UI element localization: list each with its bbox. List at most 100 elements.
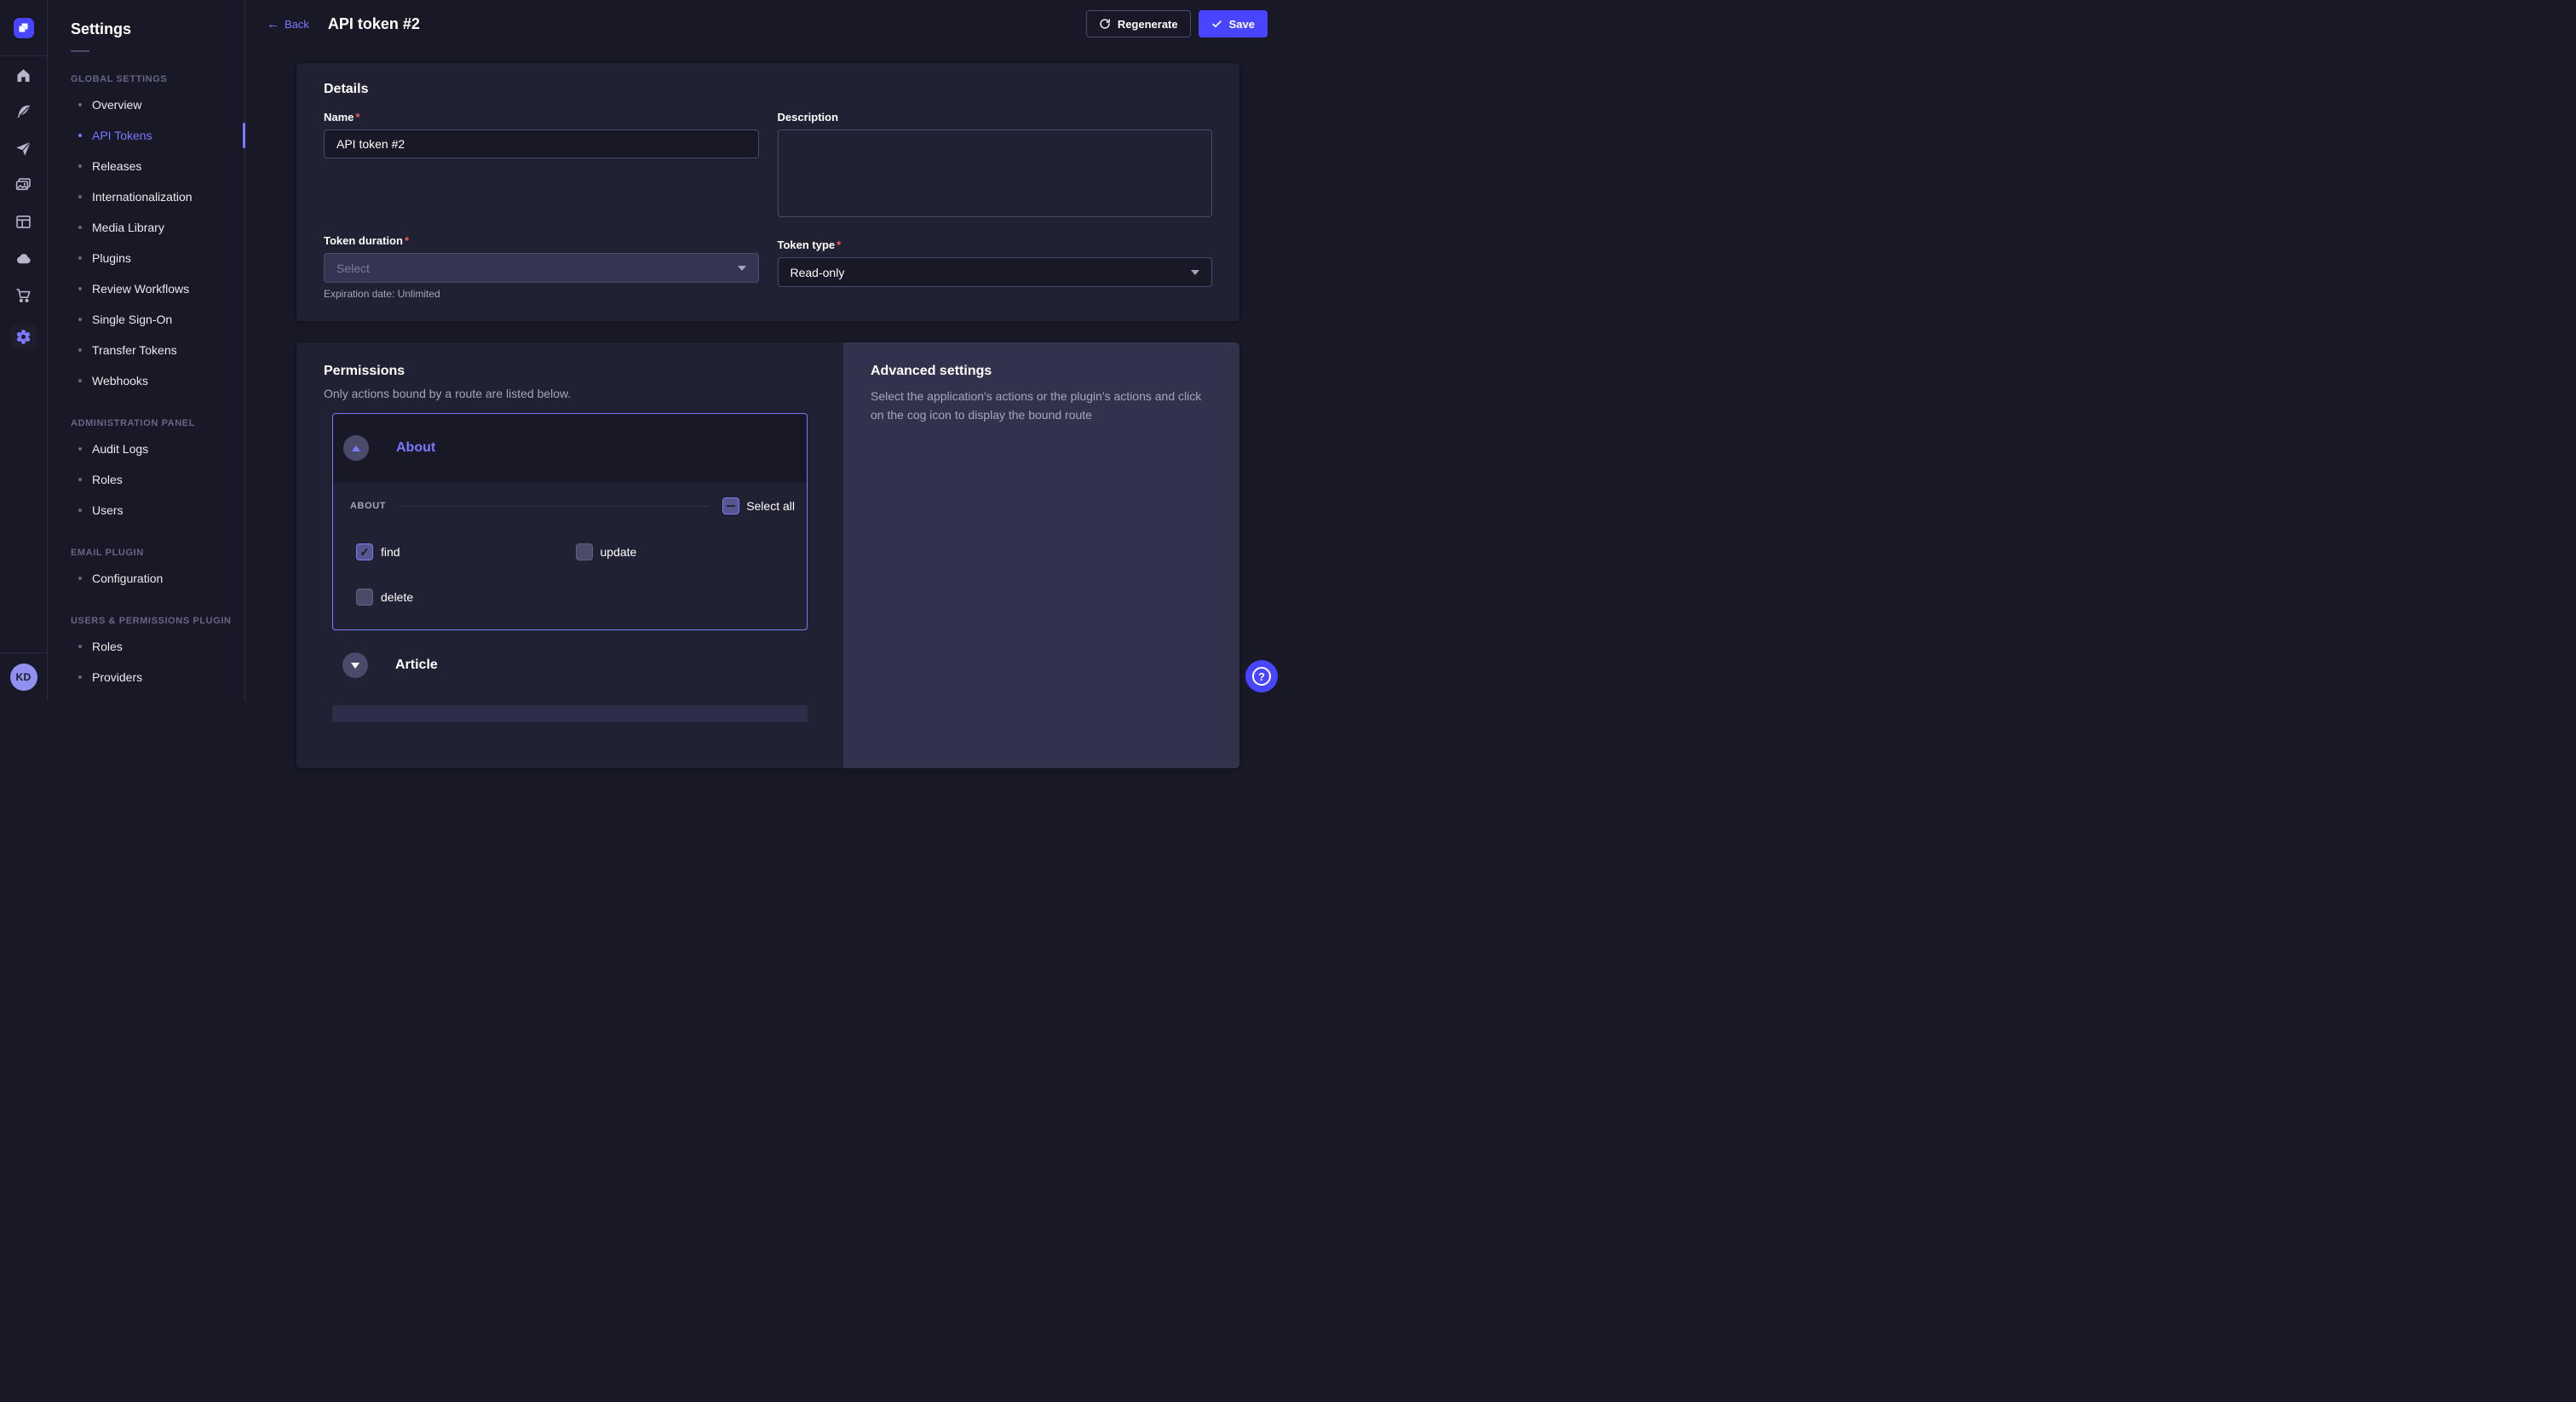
users-permissions-list: Roles Providers (71, 631, 244, 692)
email-plugin-list: Configuration (71, 563, 244, 594)
sidebar-item-up-roles[interactable]: Roles (71, 631, 244, 662)
back-arrow-icon: ← (267, 18, 279, 31)
sidebar-item-audit-logs[interactable]: Audit Logs (71, 434, 244, 464)
action-find: ✓ find (356, 540, 576, 564)
sidebar-item-releases[interactable]: Releases (71, 151, 244, 181)
sidebar-item-media-library[interactable]: Media Library (71, 212, 244, 243)
expiration-hint: Expiration date: Unlimited (324, 288, 759, 300)
app-window: KD Settings GLOBAL SETTINGS Overview API… (0, 0, 1288, 701)
chevron-down-icon (1191, 270, 1199, 275)
paper-plane-icon[interactable] (11, 135, 37, 161)
bullet-icon (78, 675, 82, 679)
avatar[interactable]: KD (10, 664, 37, 691)
delete-checkbox[interactable] (356, 589, 373, 606)
name-label: Name* (324, 111, 759, 124)
sidebar-item-plugins[interactable]: Plugins (71, 243, 244, 273)
sidebar-item-up-providers[interactable]: Providers (71, 662, 244, 692)
section-label-users-permissions-plugin: USERS & PERMISSIONS PLUGIN (71, 616, 244, 626)
token-duration-select[interactable]: Select (324, 253, 759, 283)
next-accordion-edge[interactable] (332, 705, 808, 722)
chevron-down-icon (738, 266, 746, 271)
main-content: ← Back API token #2 Regenerate Save Deta… (245, 0, 1288, 701)
sidebar-item-admin-users[interactable]: Users (71, 495, 244, 526)
rail-icon-list (0, 56, 47, 360)
bullet-icon (78, 134, 82, 137)
section-label-global-settings: GLOBAL SETTINGS (71, 74, 244, 84)
article-accordion-header[interactable]: Article (332, 644, 808, 687)
feather-icon[interactable] (11, 99, 37, 124)
check-icon (1211, 19, 1222, 30)
about-accordion-title: About (396, 440, 435, 456)
bullet-icon (78, 164, 82, 168)
title-rule (71, 50, 89, 52)
advanced-settings-description: Select the application's actions or the … (871, 388, 1212, 424)
divider (400, 506, 709, 507)
cloud-icon[interactable] (11, 245, 37, 271)
sidebar-item-overview[interactable]: Overview (71, 89, 244, 120)
article-accordion-title: Article (395, 658, 438, 673)
bullet-icon (78, 256, 82, 260)
description-label: Description (778, 111, 1213, 124)
about-accordion-body: ABOUT Select all ✓ find (333, 482, 807, 629)
about-accordion-header[interactable]: About (333, 414, 807, 482)
sidebar-item-email-configuration[interactable]: Configuration (71, 563, 244, 594)
sidebar-item-review-workflows[interactable]: Review Workflows (71, 273, 244, 304)
section-label-email-plugin: EMAIL PLUGIN (71, 548, 244, 558)
expand-toggle-button[interactable] (342, 652, 368, 678)
strapi-logo[interactable] (14, 18, 34, 38)
layout-icon[interactable] (11, 209, 37, 234)
find-checkbox[interactable]: ✓ (356, 543, 373, 560)
subnav-title: Settings (71, 20, 244, 38)
sidebar-item-internationalization[interactable]: Internationalization (71, 181, 244, 212)
regenerate-button[interactable]: Regenerate (1086, 10, 1191, 37)
details-left-column: Name* Token duration* Select Expiration … (324, 111, 759, 300)
permissions-card: Permissions Only actions bound by a rout… (296, 342, 1239, 768)
help-button[interactable]: ? (1245, 660, 1278, 692)
administration-panel-list: Audit Logs Roles Users (71, 434, 244, 526)
bullet-icon (78, 447, 82, 451)
strapi-logo-glyph (17, 21, 30, 34)
refresh-icon (1099, 18, 1111, 30)
advanced-settings-panel: Advanced settings Select the application… (843, 342, 1239, 768)
token-duration-label: Token duration* (324, 234, 759, 248)
home-icon[interactable] (11, 62, 37, 88)
cart-icon[interactable] (11, 282, 37, 307)
bullet-icon (78, 103, 82, 106)
sidebar-item-api-tokens[interactable]: API Tokens (71, 120, 244, 151)
save-button[interactable]: Save (1199, 10, 1268, 37)
question-mark-icon: ? (1252, 667, 1271, 686)
name-field[interactable] (324, 129, 759, 158)
back-button[interactable]: ← Back (267, 18, 309, 31)
bullet-icon (78, 577, 82, 580)
collapse-toggle-button[interactable] (343, 435, 369, 461)
about-select-all-row: ABOUT Select all (350, 494, 795, 518)
bullet-icon (78, 195, 82, 198)
select-all-checkbox[interactable] (722, 497, 739, 514)
main-nav-rail: KD (0, 0, 48, 701)
token-type-select[interactable]: Read-only (778, 257, 1213, 287)
required-marker: * (355, 111, 359, 124)
description-field[interactable] (778, 129, 1213, 217)
permissions-heading: Permissions (324, 364, 816, 379)
bullet-icon (78, 379, 82, 382)
section-label-administration-panel: ADMINISTRATION PANEL (71, 418, 244, 428)
chevron-up-icon (352, 445, 360, 451)
token-type-group: Token type* Read-only (778, 238, 1213, 287)
update-checkbox[interactable] (576, 543, 593, 560)
page-title: API token #2 (328, 15, 420, 33)
bullet-icon (78, 287, 82, 290)
sidebar-item-admin-roles[interactable]: Roles (71, 464, 244, 495)
details-right-column: Description Token type* Read-only (778, 111, 1213, 300)
chevron-down-icon (351, 663, 359, 669)
bullet-icon (78, 348, 82, 352)
sidebar-item-webhooks[interactable]: Webhooks (71, 365, 244, 396)
media-library-icon[interactable] (11, 172, 37, 198)
sidebar-item-single-sign-on[interactable]: Single Sign-On (71, 304, 244, 335)
bullet-icon (78, 478, 82, 481)
details-card: Details Name* Token duration* Select Exp… (296, 63, 1239, 321)
sidebar-item-transfer-tokens[interactable]: Transfer Tokens (71, 335, 244, 365)
gear-icon[interactable] (11, 324, 37, 349)
about-accordion: About ABOUT Select all ✓ find (332, 413, 808, 630)
rail-footer: KD (0, 652, 47, 701)
bullet-icon (78, 645, 82, 648)
